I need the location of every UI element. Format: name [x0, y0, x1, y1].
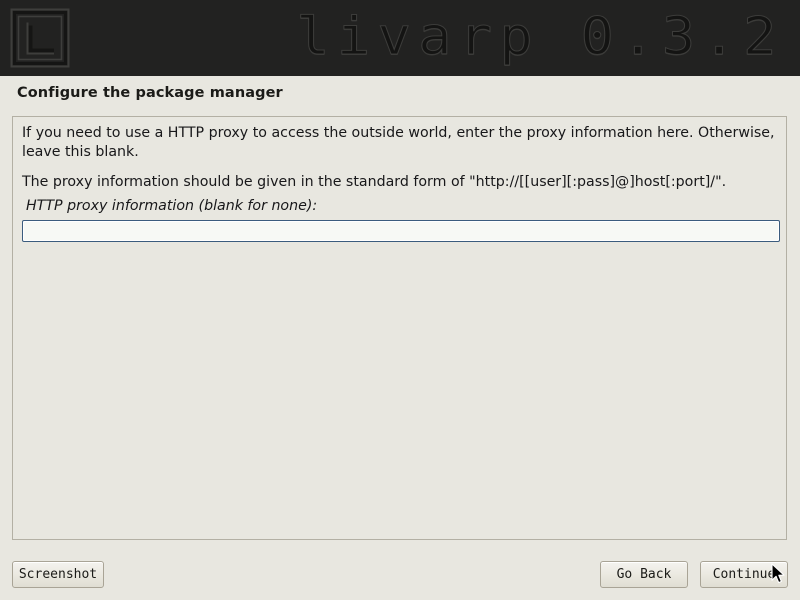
brand-version-text: livarp 0.3.2	[296, 7, 784, 68]
continue-button[interactable]: Continue	[700, 561, 788, 588]
livarp-logo-icon	[10, 8, 70, 68]
page-title: Configure the package manager	[17, 85, 283, 101]
content-panel: If you need to use a HTTP proxy to acces…	[12, 116, 787, 540]
http-proxy-input[interactable]	[22, 220, 780, 242]
proxy-intro-paragraph: If you need to use a HTTP proxy to acces…	[22, 125, 775, 160]
screenshot-button[interactable]: Screenshot	[12, 561, 104, 588]
app-banner: livarp 0.3.2	[0, 0, 800, 76]
proxy-field-label: HTTP proxy information (blank for none):	[26, 198, 318, 214]
proxy-format-paragraph: The proxy information should be given in…	[22, 174, 727, 190]
go-back-button[interactable]: Go Back	[600, 561, 688, 588]
